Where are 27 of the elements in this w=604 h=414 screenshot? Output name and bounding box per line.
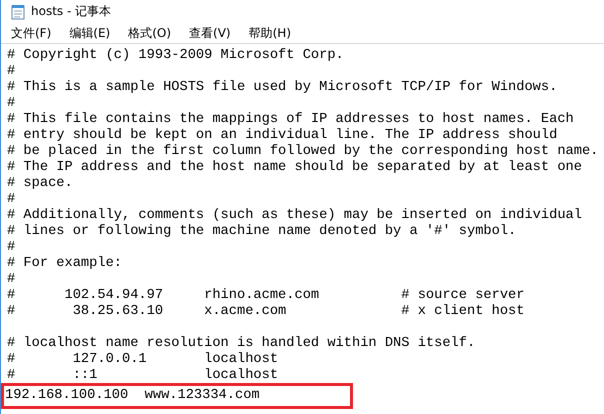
text-line: # entry should be kept on an individual line. The IP address should bbox=[6, 128, 558, 144]
text-line: # ::1 localhost bbox=[6, 368, 280, 384]
text-line: # 127.0.0.1 localhost bbox=[6, 352, 280, 368]
text-line: # Copyright (c) 1993-2009 Microsoft Corp. bbox=[6, 48, 345, 64]
text-line: # space. bbox=[6, 176, 74, 192]
text-line: # 38.25.63.10 x.acme.com # x client host bbox=[6, 304, 526, 320]
text-line: # localhost name resolution is handled within DNS itself. bbox=[6, 336, 476, 352]
text-line: # This is a sample HOSTS file used by Microsoft TCP/IP for Windows. bbox=[6, 80, 558, 96]
menu-item[interactable]: 查看(V) bbox=[185, 22, 237, 44]
menu-item[interactable]: 帮助(H) bbox=[244, 22, 297, 44]
text-line: # bbox=[6, 64, 16, 80]
menu-item[interactable]: 编辑(E) bbox=[65, 22, 116, 44]
text-line: # bbox=[6, 240, 16, 256]
text-line: # bbox=[6, 272, 16, 288]
text-line: # For example: bbox=[6, 256, 123, 272]
text-line: # 102.54.94.97 rhino.acme.com # source server bbox=[6, 288, 526, 304]
text-line: # bbox=[6, 192, 16, 208]
text-line: # lines or following the machine name denoted by a '#' symbol. bbox=[6, 224, 518, 240]
notepad-icon bbox=[11, 4, 25, 20]
text-line: # Additionally, comments (such as these) may be inserted on individual bbox=[6, 208, 583, 224]
menu-item[interactable]: 文件(F) bbox=[7, 22, 58, 44]
window-title: hosts - 记事本 bbox=[31, 3, 112, 20]
text-line: # This file contains the mappings of IP addresses to host names. Each bbox=[6, 112, 575, 128]
menu-item[interactable]: 格式(O) bbox=[124, 22, 178, 44]
text-line: # bbox=[6, 96, 16, 112]
text-line: # be placed in the first column followed by the corresponding host name. bbox=[6, 144, 600, 160]
text-line: # The IP address and the host name should be separated by at least one bbox=[6, 160, 583, 176]
